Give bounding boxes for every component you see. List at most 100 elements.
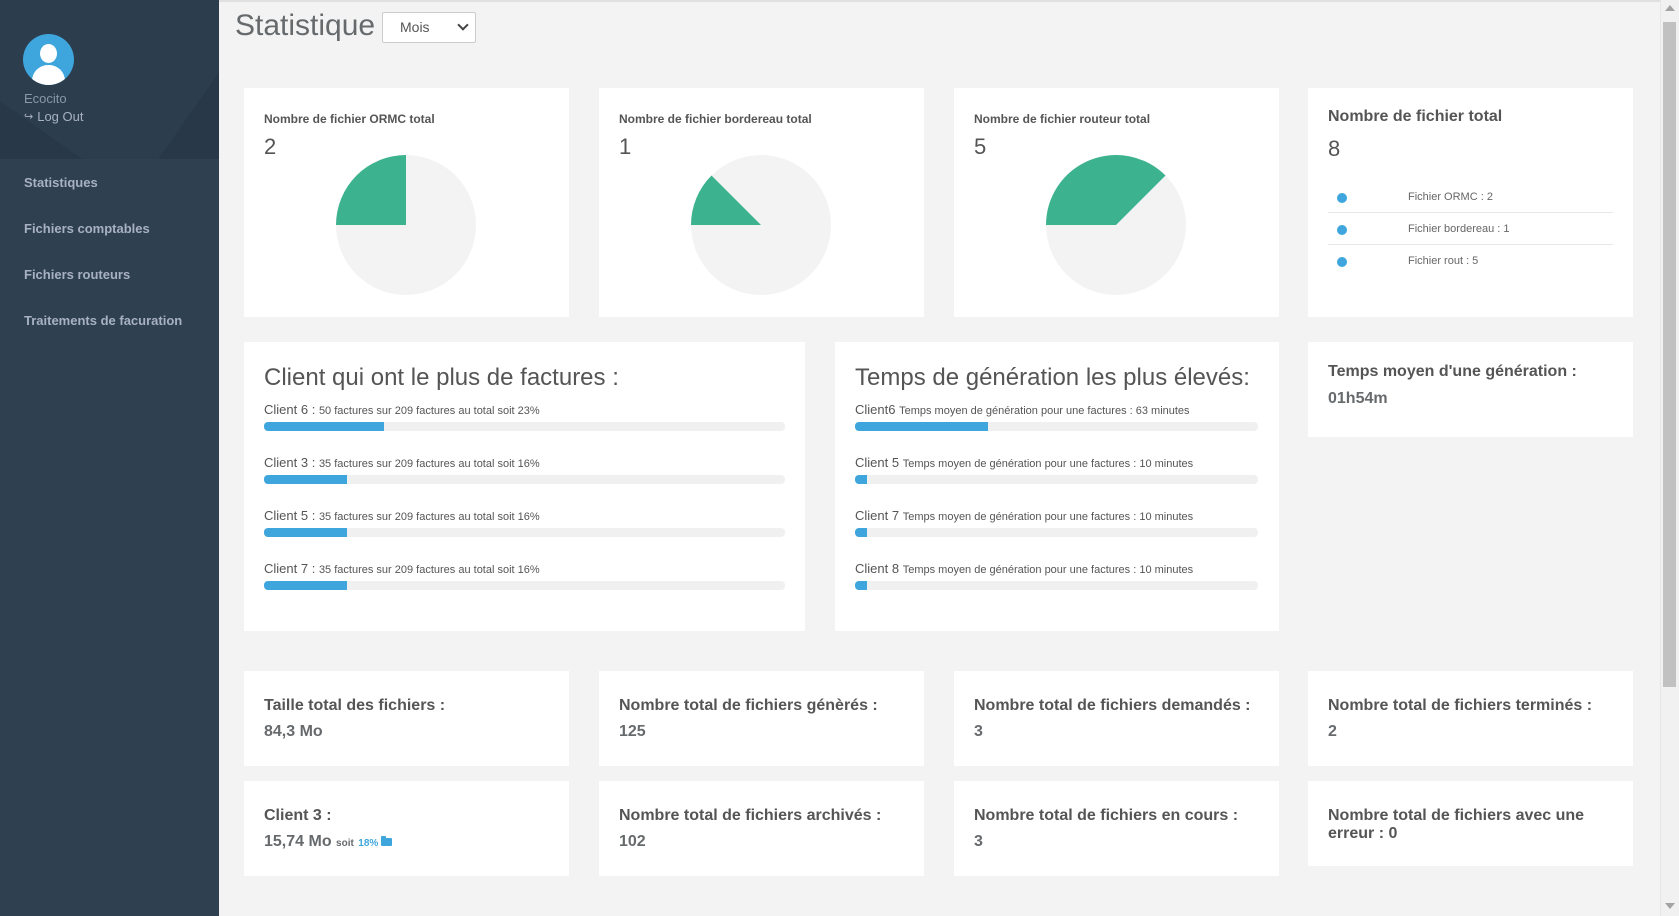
user-icon [40,44,57,63]
dot-icon [1337,225,1347,235]
stat-title-line2: erreur : 0 [1328,825,1398,842]
scroll-down-arrow-icon[interactable] [1665,903,1675,909]
stat-card-erreur: Nombre total de fichiers avec une erreur… [1308,781,1633,866]
divider [1328,244,1613,245]
stat-card-termines: Nombre total de fichiers terminés : 2 [1308,671,1633,766]
total-count: 8 [1328,136,1341,161]
progress-bar [264,475,785,484]
progress-fill [855,422,988,431]
stat-title: Nombre total de fichiers demandés : [974,697,1251,714]
progress-bar [264,422,785,431]
profile-header: Ecocito ↪ Log Out [0,0,219,159]
folder-icon[interactable] [381,835,393,846]
client-row-label: Client 3 : 35 factures sur 209 factures … [264,455,540,470]
progress-bar [855,581,1258,590]
generation-time-title: Temps de génération les plus élevés: [855,364,1250,391]
bordereau-title: Nombre de fichier bordereau total [619,112,812,126]
generation-row-label: Client 8 Temps moyen de génération pour … [855,561,1194,576]
bordereau-pie-chart [691,155,831,295]
ormc-card: Nombre de fichier ORMC total 2 [244,88,569,317]
sidebar-item-fichiers-routeurs[interactable]: Fichiers routeurs [24,267,130,282]
generation-row-label: Client6 Temps moyen de génération pour u… [855,402,1190,417]
page-title: Statistique [235,9,376,42]
progress-fill [264,475,348,484]
routeur-pie-chart [1046,155,1186,295]
generation-row-label: Client 7 Temps moyen de génération pour … [855,508,1194,523]
period-select-value: Mois [400,19,430,35]
ormc-pie-chart [336,155,476,295]
generation-time-panel: Temps de génération les plus élevés: Cli… [835,342,1279,631]
progress-fill [855,475,868,484]
bordereau-card: Nombre de fichier bordereau total 1 [599,88,924,317]
logout-link[interactable]: ↪ Log Out [24,109,83,124]
logout-label: Log Out [37,109,84,124]
legend-label: Fichier bordereau : 1 [1408,223,1510,235]
stat-value: 102 [619,833,646,850]
routeur-count: 5 [974,134,987,159]
progress-fill [855,581,868,590]
avg-generation-value: 01h54m [1328,390,1388,407]
scrollbar-thumb[interactable] [1663,22,1676,687]
scroll-up-arrow-icon[interactable] [1665,5,1675,11]
stat-value: 125 [619,723,646,740]
progress-bar [855,528,1258,537]
stat-card-generes: Nombre total de fichiers génèrés : 125 [599,671,924,766]
legend-item: Fichier ORMC : 2 [1328,182,1613,214]
top-clients-panel: Client qui ont le plus de factures : Cli… [244,342,805,631]
sidebar-item-traitements[interactable]: Traitements de facuration [24,313,182,328]
routeur-card: Nombre de fichier routeur total 5 [954,88,1279,317]
percent-badge: 18% [358,838,379,849]
stat-title: Nombre total de fichiers avec une [1328,807,1585,824]
stat-value: 3 [974,833,983,850]
sidebar-item-statistiques[interactable]: Statistiques [24,175,98,190]
chevron-down-icon [457,19,469,31]
top-border [219,0,1679,2]
ormc-count: 2 [264,134,277,159]
top-clients-title: Client qui ont le plus de factures : [264,364,619,391]
generation-row-label: Client 5 Temps moyen de génération pour … [855,455,1194,470]
stat-card-taille: Taille total des fichiers : 84,3 Mo [244,671,569,766]
stat-value-text: 15,74 Mo [264,833,332,850]
bordereau-count: 1 [619,134,632,159]
routeur-title: Nombre de fichier routeur total [974,112,1151,126]
progress-fill [264,581,348,590]
stat-card-demandes: Nombre total de fichiers demandés : 3 [954,671,1279,766]
progress-bar [264,528,785,537]
stat-card-client3: Client 3 : 15,74 Mo soit 18% [244,781,569,876]
total-card: Nombre de fichier total 8 Fichier ORMC :… [1308,88,1633,317]
soit-label: soit [336,838,354,849]
period-select[interactable]: Mois [382,12,476,43]
avg-generation-title: Temps moyen d'une génération : [1328,363,1577,380]
stat-title: Nombre total de fichiers terminés : [1328,697,1593,714]
sidebar-item-fichiers-comptables[interactable]: Fichiers comptables [24,221,150,236]
stat-card-en-cours: Nombre total de fichiers en cours : 3 [954,781,1279,876]
username: Ecocito [24,91,67,106]
client-row-label: Client 6 : 50 factures sur 209 factures … [264,402,540,417]
pie-slice-ormc [336,155,406,225]
progress-fill [264,528,348,537]
divider [1328,212,1613,213]
client-row-label: Client 7 : 35 factures sur 209 factures … [264,561,540,576]
ormc-title: Nombre de fichier ORMC total [264,112,435,126]
stat-value: 3 [974,723,983,740]
legend-item: Fichier rout : 5 [1328,246,1613,278]
progress-bar [855,475,1258,484]
legend-item: Fichier bordereau : 1 [1328,214,1613,246]
stat-title: Taille total des fichiers : [264,697,446,714]
stat-title: Nombre total de fichiers génèrés : [619,697,878,714]
stat-title: Nombre total de fichiers archivés : [619,807,882,824]
progress-bar [855,422,1258,431]
progress-bar [264,581,785,590]
stat-card-archives: Nombre total de fichiers archivés : 102 [599,781,924,876]
sign-out-icon: ↪ [24,111,34,123]
progress-fill [264,422,384,431]
legend-label: Fichier rout : 5 [1408,255,1479,267]
dot-icon [1337,193,1347,203]
total-title: Nombre de fichier total [1328,108,1503,125]
dot-icon [1337,257,1347,267]
client-row-label: Client 5 : 35 factures sur 209 factures … [264,508,540,523]
stat-title: Nombre total de fichiers en cours : [974,807,1239,824]
stat-value: 15,74 Mo soit 18% [264,833,393,851]
stat-value: 84,3 Mo [264,723,323,740]
avatar[interactable] [23,34,74,85]
